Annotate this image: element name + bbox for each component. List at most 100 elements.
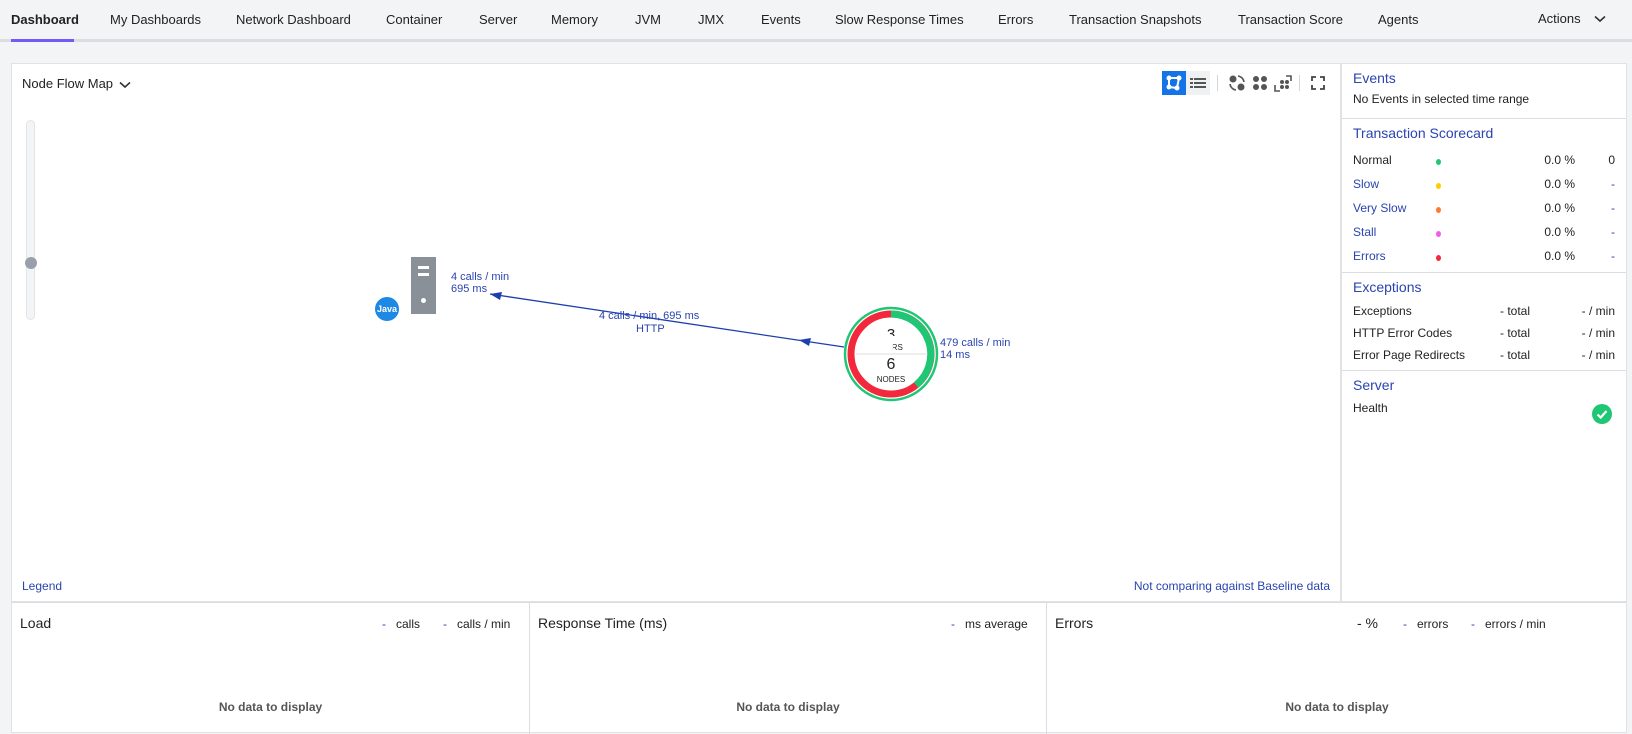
response-avg-value: -	[951, 617, 955, 631]
scorecard-count: 0	[1608, 153, 1615, 167]
scorecard-label[interactable]: Slow	[1353, 177, 1379, 191]
remote-node-time: 695 ms	[451, 283, 488, 295]
errors-count-unit: errors	[1417, 617, 1449, 631]
side-panel: Events No Events in selected time range …	[1341, 63, 1627, 602]
scorecard-row-slow: Slow 0.0 % -	[1353, 173, 1615, 197]
tab-transaction-snapshots[interactable]: Transaction Snapshots	[1069, 12, 1201, 27]
scorecard-count: -	[1611, 225, 1615, 239]
scorecard-label[interactable]: Stall	[1353, 225, 1376, 239]
tab-container[interactable]: Container	[386, 12, 442, 27]
health-ok-icon[interactable]	[1592, 404, 1612, 424]
actions-label: Actions	[1538, 11, 1581, 26]
tier-calls: 479 calls / min	[940, 337, 1011, 349]
server-section: Server Health	[1342, 371, 1626, 424]
load-rate-unit: calls / min	[457, 617, 511, 631]
scorecard-label: Normal	[1353, 153, 1392, 167]
error-page-redirects-label: Error Page Redirects	[1353, 348, 1466, 362]
errors-pct: - %	[1357, 615, 1378, 631]
scorecard-row-very-slow: Very Slow 0.0 % -	[1353, 197, 1615, 221]
server-bar	[418, 273, 429, 276]
http-error-codes-total: - total	[1499, 326, 1530, 340]
scorecard-count: -	[1611, 201, 1615, 215]
events-section: Events No Events in selected time range	[1342, 64, 1626, 119]
edge-protocol: HTTP	[636, 323, 665, 335]
tab-events[interactable]: Events	[761, 12, 801, 27]
transaction-scorecard-section: Transaction Scorecard Normal 0.0 % 0 Slow 0.…	[1342, 119, 1626, 273]
response-time-panel: Response Time (ms) - ms average No data t…	[530, 603, 1046, 734]
tab-jmx[interactable]: JMX	[698, 12, 724, 27]
load-title: Load	[20, 615, 52, 631]
error-page-redirects-total: - total	[1499, 348, 1530, 362]
errors-count: - errors	[1403, 617, 1448, 631]
edge-label[interactable]: 4 calls / min, 695 ms	[599, 310, 699, 322]
exceptions-title[interactable]: Exceptions	[1353, 279, 1615, 295]
status-dot-icon	[1436, 207, 1441, 213]
status-dot-icon	[1436, 183, 1441, 189]
load-calls-unit: calls	[396, 617, 421, 631]
tab-errors[interactable]: Errors	[998, 12, 1033, 27]
scorecard-label[interactable]: Very Slow	[1353, 201, 1406, 215]
metrics-strip: Load - calls - calls / min No data to disp…	[11, 602, 1627, 734]
server-node-icon[interactable]	[411, 257, 436, 314]
errors-title: Errors	[1055, 615, 1094, 631]
exceptions-section: Exceptions Exceptions - total - / min HT…	[1342, 273, 1626, 371]
exceptions-total: - total	[1499, 304, 1530, 318]
errors-count-value: -	[1403, 617, 1407, 631]
node-count: 6	[886, 356, 896, 373]
status-dot-icon	[1436, 231, 1441, 237]
load-panel: Load - calls - calls / min No data to disp…	[12, 603, 529, 734]
exceptions-row: Exceptions - total - / min	[1353, 301, 1615, 323]
tab-dashboard[interactable]: Dashboard	[11, 12, 79, 27]
legend-link[interactable]: Legend	[22, 579, 62, 593]
scorecard-label[interactable]: Errors	[1353, 249, 1386, 263]
error-page-redirects-rate: - / min	[1581, 348, 1615, 362]
events-title[interactable]: Events	[1353, 70, 1615, 86]
errors-panel: Errors - % - errors - errors / min No data…	[1047, 603, 1627, 734]
response-time-title: Response Time (ms)	[538, 615, 668, 631]
exceptions-label: Exceptions	[1353, 304, 1412, 318]
actions-menu[interactable]: Actions	[1538, 11, 1606, 26]
tier-count: 3	[886, 326, 896, 336]
tab-transaction-score[interactable]: Transaction Score	[1238, 12, 1343, 27]
http-error-codes-row: HTTP Error Codes - total - / min	[1353, 323, 1615, 345]
scorecard-title[interactable]: Transaction Scorecard	[1353, 125, 1615, 141]
tier-time: 14 ms	[940, 349, 970, 361]
events-text: No Events in selected time range	[1353, 92, 1530, 106]
tab-my-dashboards[interactable]: My Dashboards	[110, 12, 201, 27]
load-rate: - calls / min	[443, 617, 510, 631]
tab-agents[interactable]: Agents	[1378, 12, 1418, 27]
tab-memory[interactable]: Memory	[551, 12, 598, 27]
http-error-codes-label: HTTP Error Codes	[1353, 326, 1453, 340]
scorecard-row-stall: Stall 0.0 % -	[1353, 221, 1615, 245]
response-empty-state: No data to display	[736, 700, 840, 714]
tab-slow-response-times[interactable]: Slow Response Times	[835, 12, 964, 27]
active-tab-indicator	[11, 39, 74, 42]
load-empty-state: No data to display	[218, 700, 323, 714]
tab-server[interactable]: Server	[479, 12, 517, 27]
server-title[interactable]: Server	[1353, 377, 1615, 393]
scorecard-percent: 0.0 %	[1544, 201, 1575, 215]
load-calls-value: -	[382, 617, 386, 631]
status-dot-icon	[1436, 159, 1441, 165]
scorecard-count: -	[1611, 177, 1615, 191]
response-avg: - ms average	[951, 617, 1028, 631]
error-page-redirects-row: Error Page Redirects - total - / min	[1353, 345, 1615, 367]
edge-arrowhead-icon	[799, 338, 811, 346]
load-rate-value: -	[443, 617, 447, 631]
baseline-link[interactable]: Not comparing against Baseline data	[1134, 579, 1330, 593]
load-calls: - calls	[382, 617, 420, 631]
tab-network-dashboard[interactable]: Network Dashboard	[236, 12, 351, 27]
health-label: Health	[1353, 401, 1388, 415]
scorecard-row-normal: Normal 0.0 % 0	[1353, 149, 1615, 173]
tier-health-ring	[843, 306, 939, 402]
server-bar	[418, 266, 429, 269]
dashboard-tab-bar: Dashboard My Dashboards Network Dashboar…	[0, 0, 1632, 42]
node-flow-map-panel: Node Flow Map Java 4 calls / min 695 ms …	[11, 63, 1341, 602]
java-badge: Java	[375, 297, 399, 321]
errors-rate-unit: errors / min	[1485, 617, 1546, 631]
errors-rate: - errors / min	[1471, 617, 1546, 631]
tier-node[interactable]: 3 TIERS 6 NODES	[843, 306, 939, 402]
server-dot	[421, 298, 426, 303]
flow-map-edges	[489, 292, 845, 348]
tab-jvm[interactable]: JVM	[635, 12, 661, 27]
